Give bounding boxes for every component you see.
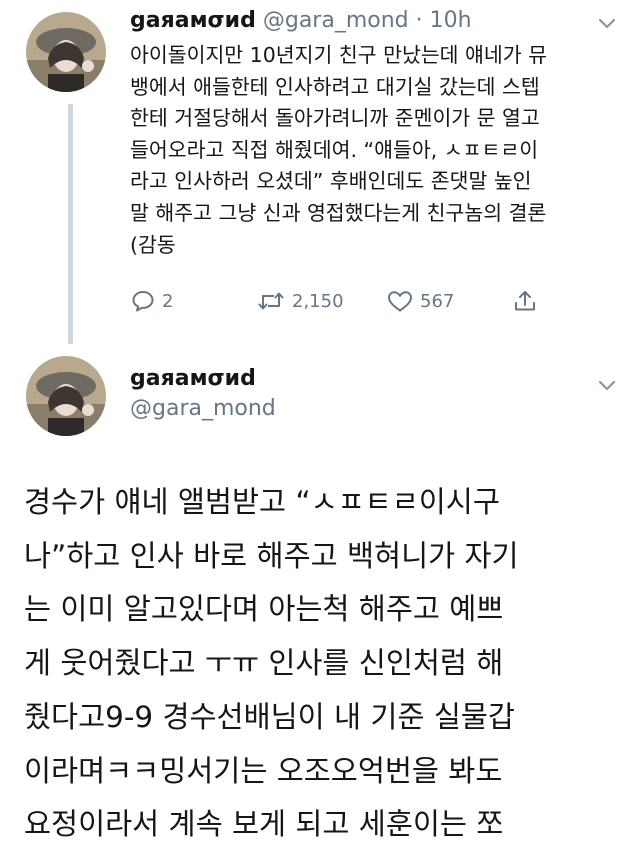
tweet-text-line: 경수가 얘네 앨범받고 “ㅅㅍㅌㄹ이시구 (24, 485, 500, 519)
tweet-text: 아이돌이지만 10년지기 친구 만났는데 얘네가 뮤뱅에서 애들한테 인사하려고… (130, 40, 630, 261)
reply-count: 2 (162, 290, 174, 312)
retweet-icon (256, 288, 292, 314)
tweet-text-line: 말 해주고 그냥 신과 영접했다는게 친구놈의 결론 (130, 200, 547, 225)
tweet-text-line: 한테 거절당해서 돌아가려니까 준멘이가 문 열고 (130, 106, 540, 131)
tweet-text-line: (감동 (130, 232, 176, 257)
display-name[interactable]: gaяaмσиd (130, 366, 256, 391)
like-button[interactable]: 567 (386, 284, 454, 318)
tweet-text-line: 뱅에서 애들한테 인사하려고 대기실 갔는데 스텝 (130, 74, 540, 99)
separator: · (415, 8, 423, 33)
like-count: 567 (420, 290, 455, 312)
tweet-actions: 2 2,150 567 (130, 284, 610, 318)
heart-icon (386, 288, 420, 314)
reply-button[interactable]: 2 (130, 284, 173, 318)
tweet-header: gaяaмσиd @gara_mond · 10h (130, 8, 472, 33)
retweet-button[interactable]: 2,150 (256, 284, 344, 318)
tweet-text-line: 요정이라서 계속 보게 되고 세훈이는 쪼 (24, 807, 504, 842)
chevron-down-icon[interactable] (596, 12, 618, 34)
tweet-text: 경수가 얘네 앨범받고 “ㅅㅍㅌㄹ이시구나”하고 인사 바로 해주고 백혀니가 … (24, 476, 624, 852)
tweet-text-line: 게 웃어줬다고 ㅜㅠ 인사를 신인처럼 해 (24, 646, 504, 681)
thread-line (68, 104, 73, 344)
timestamp[interactable]: 10h (430, 8, 472, 33)
tweet-text-line: 아이돌이지만 10년지기 친구 만났는데 얘네가 뮤 (130, 43, 548, 67)
tweet-text-line: 나”하고 인사 바로 해주고 백혀니가 자기 (24, 538, 519, 573)
tweet-text-line: 라고 인사하러 오셨데” 후배인데도 존댓말 높인 (130, 169, 532, 194)
avatar[interactable] (26, 12, 106, 92)
share-button[interactable] (512, 284, 544, 318)
chevron-down-icon[interactable] (596, 374, 618, 396)
share-icon (512, 288, 544, 314)
tweet-text-line: 줬다고9-9 경수선배님이 내 기준 실물갑 (24, 699, 515, 734)
retweet-count: 2,150 (292, 290, 344, 312)
tweet-text-line: 는 이미 알고있다며 아는척 해주고 예쁘 (24, 592, 504, 627)
handle[interactable]: @gara_mond (130, 396, 276, 421)
display-name[interactable]: gaяaмσиd (130, 8, 256, 33)
tweet-text-line: 이라며ㅋㅋ밍서기는 오조오억번을 봐도 (24, 753, 503, 788)
tweet-text-line: 들어오라고 직접 해줬데여. “얘들아, ㅅㅍㅌㄹ이 (130, 137, 539, 162)
reply-icon (130, 288, 162, 314)
handle[interactable]: @gara_mond (263, 8, 409, 33)
avatar[interactable] (26, 356, 106, 436)
